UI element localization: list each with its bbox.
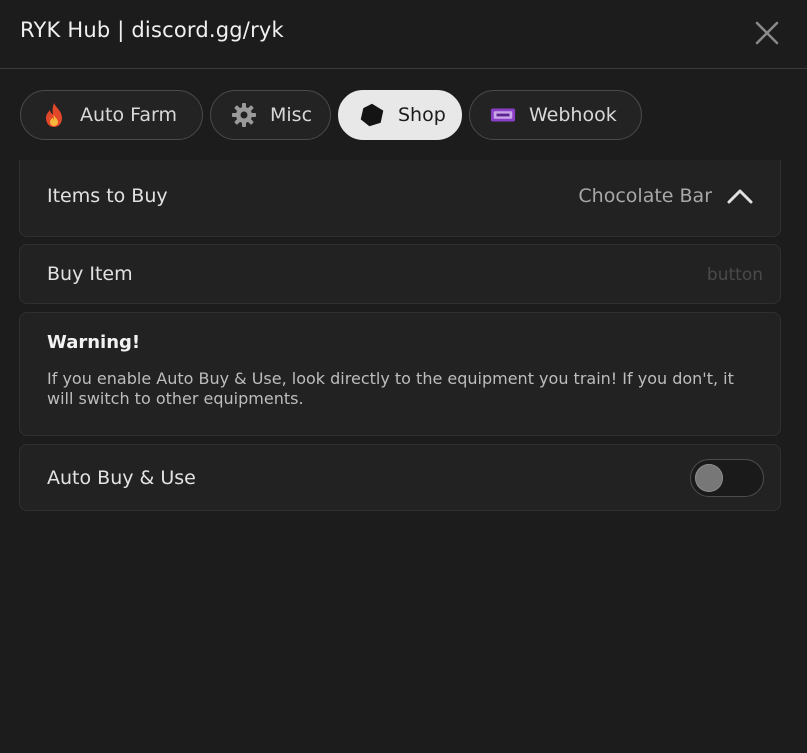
tab-webhook-label: Webhook — [529, 104, 617, 126]
tab-auto-farm[interactable]: Auto Farm — [20, 90, 203, 140]
badge-icon — [490, 102, 516, 128]
auto-buy-use-row: Auto Buy & Use — [19, 444, 781, 511]
close-button[interactable] — [752, 18, 782, 48]
tab-shop-label: Shop — [398, 104, 446, 126]
items-to-buy-dropdown[interactable]: Items to Buy Chocolate Bar — [19, 160, 781, 237]
cube-icon — [359, 102, 385, 128]
window-title: RYK Hub | discord.gg/ryk — [20, 18, 284, 42]
warning-text: If you enable Auto Buy & Use, look direc… — [47, 369, 734, 408]
chevron-up-icon[interactable] — [726, 186, 754, 206]
hub-window: RYK Hub | discord.gg/ryk Auto Farm Misc … — [0, 0, 807, 753]
tab-shop[interactable]: Shop — [338, 90, 462, 140]
close-icon — [755, 21, 779, 45]
tab-bar: Auto Farm Misc Shop Webhook — [20, 90, 642, 142]
items-to-buy-value: Chocolate Bar — [578, 185, 712, 207]
buy-item-button[interactable]: Buy Item button — [19, 244, 781, 304]
tab-misc-label: Misc — [270, 104, 313, 126]
warning-title: Warning! — [47, 332, 141, 353]
title-bar: RYK Hub | discord.gg/ryk — [0, 0, 807, 69]
fire-icon — [41, 102, 67, 128]
buy-item-hint: button — [706, 265, 763, 285]
tab-misc[interactable]: Misc — [210, 90, 331, 140]
toggle-knob — [695, 464, 723, 492]
tab-auto-farm-label: Auto Farm — [80, 104, 177, 126]
tab-webhook[interactable]: Webhook — [469, 90, 642, 140]
warning-paragraph: Warning! If you enable Auto Buy & Use, l… — [19, 312, 781, 436]
gear-icon — [231, 102, 257, 128]
auto-buy-use-toggle[interactable] — [690, 459, 764, 497]
items-to-buy-label: Items to Buy — [47, 185, 168, 207]
auto-buy-use-label: Auto Buy & Use — [47, 467, 196, 489]
buy-item-label: Buy Item — [47, 263, 133, 285]
